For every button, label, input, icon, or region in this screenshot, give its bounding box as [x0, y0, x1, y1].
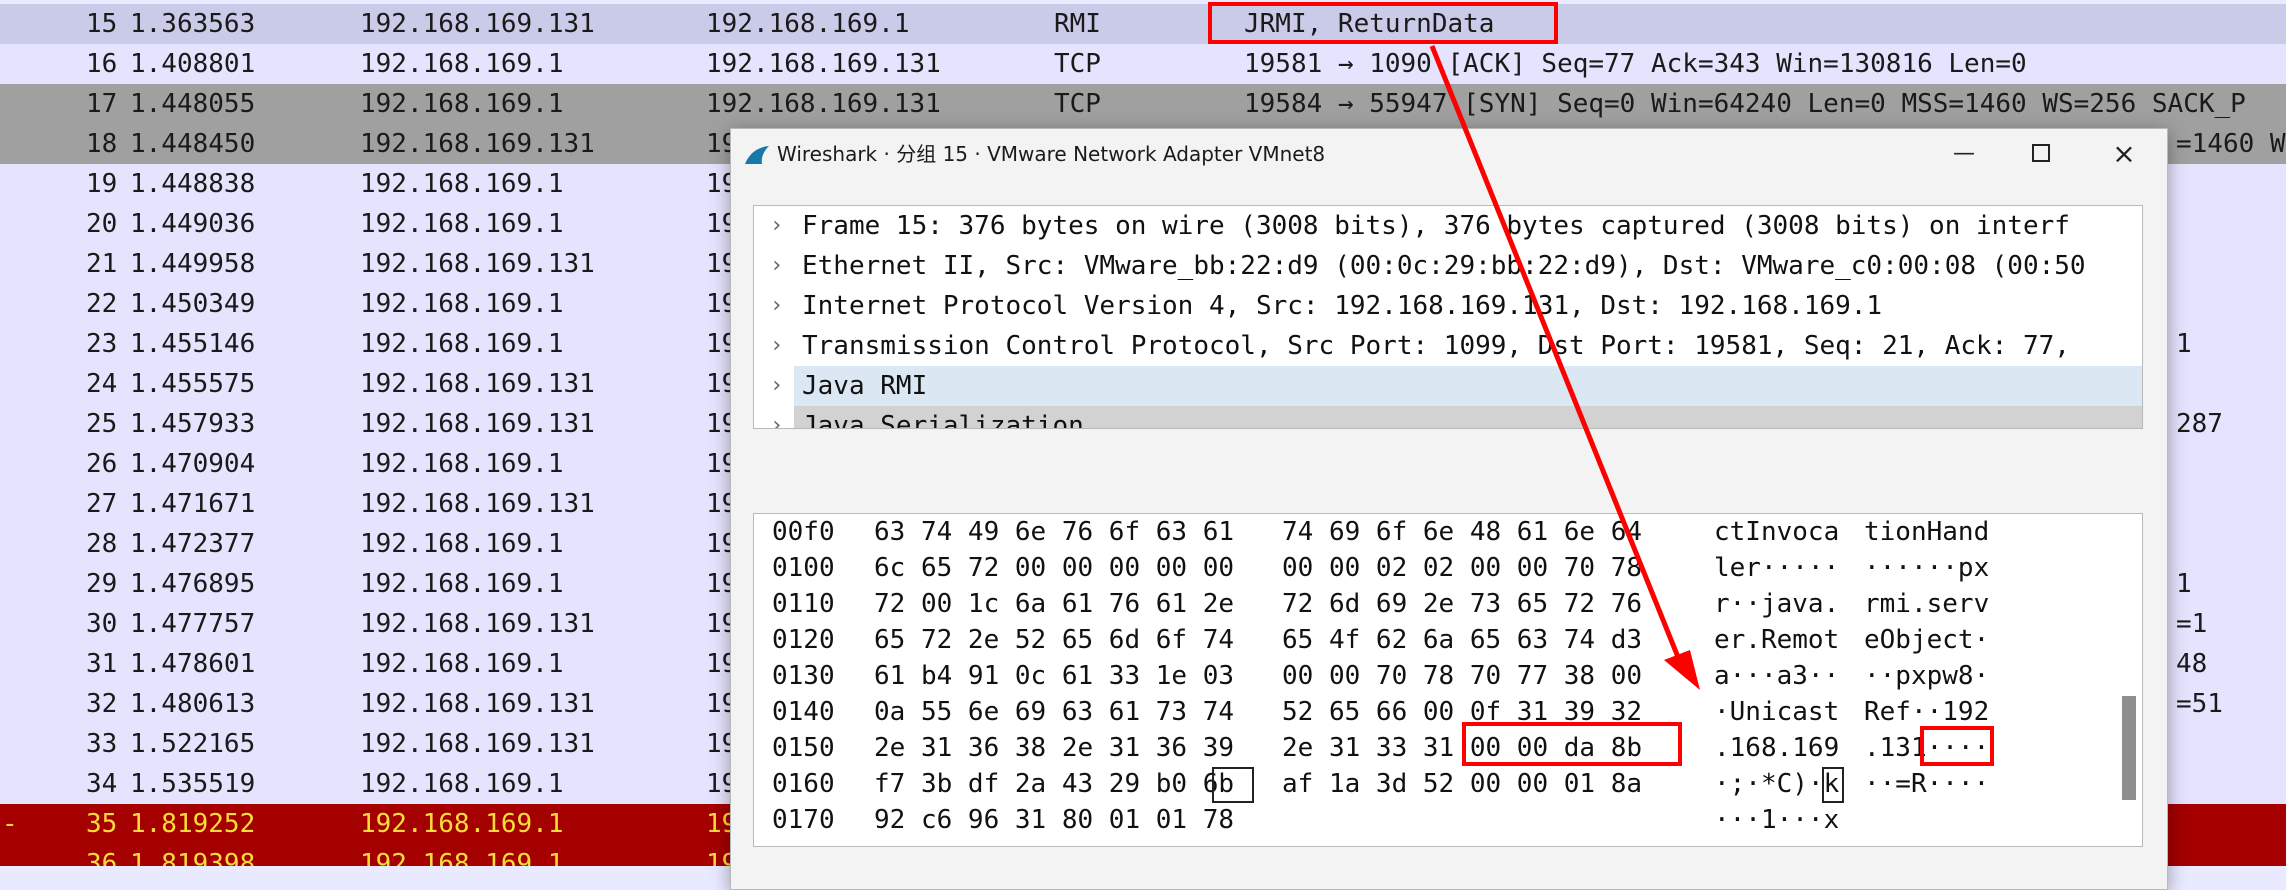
annotation-arrow [1429, 45, 1700, 690]
